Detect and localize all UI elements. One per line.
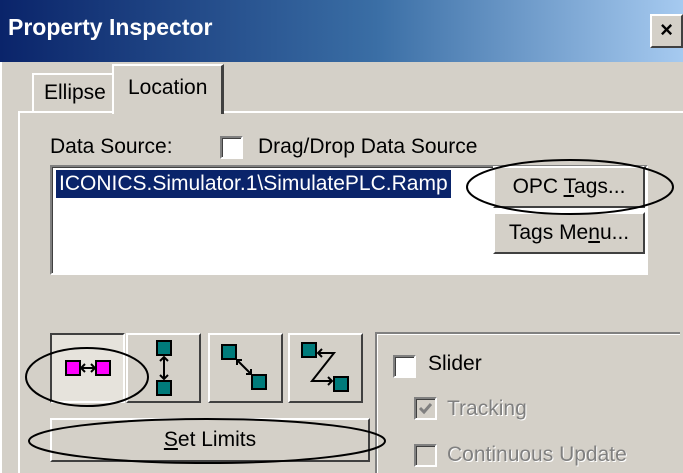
vertical-move-button[interactable]: [126, 333, 201, 403]
zigzag-move-icon: [301, 342, 349, 392]
set-limits-label-suffix: et Limits: [177, 428, 257, 451]
drag-drop-checkbox[interactable]: [220, 136, 243, 159]
tab-ellipse[interactable]: Ellipse: [32, 73, 116, 111]
continuous-update-label[interactable]: Continuous Update: [447, 443, 627, 467]
tracking-checkbox[interactable]: [414, 397, 437, 420]
tags-menu-label-suffix: u...: [599, 221, 630, 244]
tab-location[interactable]: Location: [112, 64, 224, 114]
checkmark-icon: [418, 403, 433, 415]
drag-drop-label[interactable]: Drag/Drop Data Source: [258, 135, 477, 159]
opc-tags-label-mnemonic: T: [563, 175, 575, 198]
tags-menu-button[interactable]: Tags Menu...: [493, 212, 645, 254]
opc-tags-label-prefix: OPC: [512, 175, 564, 198]
vertical-move-icon: [156, 340, 172, 396]
set-limits-button[interactable]: Set Limits: [50, 418, 370, 462]
opc-tags-label-suffix: ags...: [574, 175, 626, 198]
diagonal-move-button[interactable]: [208, 333, 283, 403]
tags-menu-label-prefix: Tags Me: [508, 221, 589, 244]
slider-label[interactable]: Slider: [428, 352, 482, 376]
horizontal-move-button[interactable]: [50, 333, 125, 403]
window-title: Property Inspector: [8, 14, 213, 40]
window-border: [0, 62, 2, 473]
data-source-label: Data Source:: [50, 135, 173, 158]
opc-tags-button[interactable]: OPC Tags...: [493, 166, 645, 208]
close-button[interactable]: ×: [650, 14, 683, 48]
tracking-label[interactable]: Tracking: [447, 397, 527, 421]
continuous-update-checkbox[interactable]: [414, 444, 437, 467]
tags-menu-label-mnemonic: n: [588, 221, 600, 244]
list-item[interactable]: ICONICS.Simulator.1\SimulatePLC.Ramp: [56, 170, 451, 198]
slider-checkbox[interactable]: [393, 355, 416, 378]
set-limits-label-mnemonic: S: [163, 428, 178, 451]
horizontal-move-icon: [65, 360, 111, 376]
diagonal-down-move-icon: [221, 344, 267, 390]
zigzag-move-button[interactable]: [288, 333, 363, 403]
